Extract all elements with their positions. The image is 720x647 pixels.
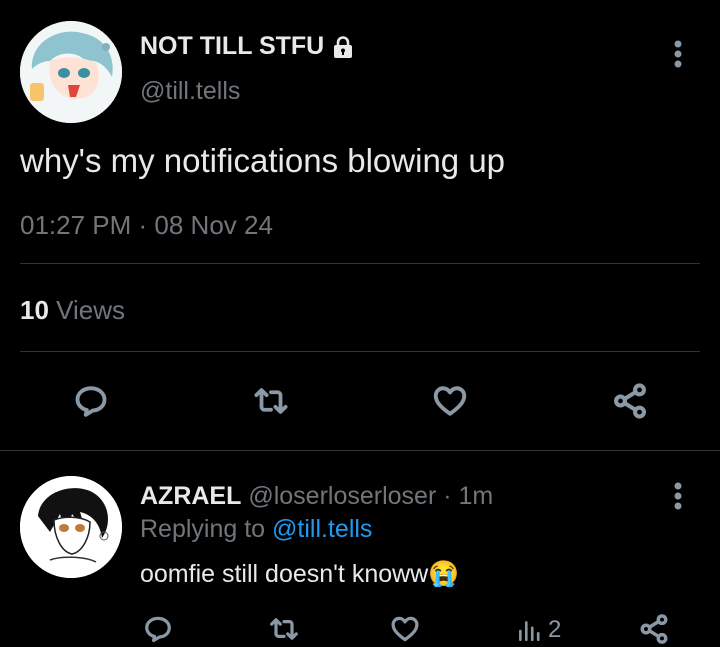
divider — [20, 263, 700, 264]
heart-icon[interactable] — [387, 611, 423, 647]
display-name-text: NOT TILL STFU — [140, 32, 325, 60]
reply-header: AZRAEL @loserloserloser · 1m — [140, 482, 493, 511]
reply-handle[interactable]: @loserloserloser — [248, 482, 436, 510]
retweet-icon[interactable] — [266, 611, 302, 647]
reply-display-name[interactable]: AZRAEL — [140, 482, 241, 510]
divider — [20, 351, 700, 352]
retweet-icon[interactable] — [250, 380, 292, 422]
replying-to: Replying to @till.tells — [140, 515, 372, 544]
more-vertical-icon[interactable] — [666, 36, 690, 72]
views-count: 10 — [20, 295, 49, 325]
replying-to-handle[interactable]: @till.tells — [272, 515, 372, 543]
tweet-text: why's my notifications blowing up — [20, 142, 506, 179]
share-icon[interactable] — [609, 380, 651, 422]
reply-text: oomfie still doesn't knoww😭 — [140, 560, 459, 589]
crying-emoji: 😭 — [428, 560, 460, 588]
reply-views-count: 2 — [548, 616, 562, 643]
share-icon[interactable] — [636, 611, 672, 647]
lock-icon — [331, 35, 355, 59]
comment-icon[interactable] — [70, 380, 112, 422]
author-avatar[interactable] — [20, 21, 122, 123]
bar-chart-icon — [516, 616, 542, 644]
divider — [0, 450, 720, 451]
comment-icon[interactable] — [140, 611, 176, 647]
author-display-name[interactable]: NOT TILL STFU — [140, 32, 355, 61]
reply-text-body: oomfie still doesn't knoww — [140, 560, 429, 588]
heart-icon[interactable] — [429, 380, 471, 422]
views-button[interactable]: 2 — [516, 614, 561, 646]
replying-to-label: Replying to — [140, 515, 266, 543]
reply-time[interactable]: 1m — [459, 482, 494, 510]
views-label: Views — [56, 295, 126, 325]
reply-separator: · — [443, 482, 452, 510]
reply-author-avatar[interactable] — [20, 476, 122, 578]
author-handle[interactable]: @till.tells — [140, 77, 240, 106]
more-vertical-icon[interactable] — [666, 478, 690, 514]
views-stat: 10 Views — [20, 295, 125, 326]
tweet-timestamp[interactable]: 01:27 PM · 08 Nov 24 — [20, 210, 273, 241]
